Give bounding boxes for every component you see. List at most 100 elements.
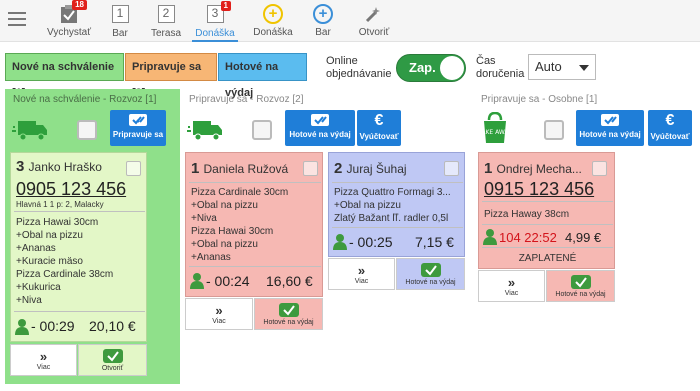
select-all-checkbox[interactable] [77, 120, 97, 140]
phone-link[interactable]: 0915 123 456 [484, 179, 594, 200]
filter-new-tab[interactable]: Nové na schválenie [1] [5, 53, 124, 99]
toolbar-badge: 1 [220, 1, 231, 11]
delivery-time-label: Čas doručenia [476, 55, 525, 80]
chevrons-right-icon: » [507, 275, 516, 290]
order-items: Pizza Hawai 30cm +Obal na pizzu +Ananas … [16, 216, 113, 307]
euro-icon: € [374, 112, 384, 129]
toolbar-bar[interactable]: 1 Bar [106, 4, 134, 39]
order-card[interactable]: 2 Juraj Šuhaj Pizza Quattro Formagi 3...… [328, 152, 465, 257]
toolbar-add-bar[interactable]: + Bar [308, 4, 338, 38]
ready-order-button[interactable]: Hotové na výdaj [254, 298, 323, 330]
divider [14, 211, 145, 212]
order-price: 4,99 € [565, 230, 602, 245]
person-icon [15, 319, 29, 340]
divider [482, 247, 613, 248]
order-card[interactable]: 1 Ondrej Mecha... 0915 123 456 Pizza Haw… [478, 152, 615, 269]
online-ordering-label: Online objednávanie [326, 55, 392, 80]
person-icon [190, 273, 204, 294]
order-checkbox[interactable] [303, 161, 318, 176]
bill-button[interactable]: € Vyúčtovať [357, 110, 401, 146]
toolbar-terasa[interactable]: 2 Terasa [148, 4, 184, 39]
toolbar-otvorit[interactable]: Otvoriť [354, 4, 394, 38]
list-item: Pizza Hawai 30cm [191, 226, 274, 237]
list-item: Pizza Haway 38cm [484, 209, 570, 220]
list-item: Pizza Quattro Formagi 3... [334, 187, 451, 198]
order-items: Pizza Haway 38cm [484, 208, 569, 221]
menu-icon[interactable] [8, 12, 26, 26]
column-title: Nové na schválenie - Rozvoz [1] [13, 94, 157, 105]
select-all-checkbox[interactable] [252, 120, 272, 140]
toolbar-label: Donáška [253, 27, 293, 38]
select-all-checkbox[interactable] [544, 120, 564, 140]
ready-order-button[interactable]: Hotové na výdaj [396, 258, 465, 290]
order-price: 16,60 € [266, 273, 313, 289]
double-check-icon [110, 114, 166, 128]
divider [332, 227, 463, 228]
toolbar-add-donaska[interactable]: + Donáška [252, 4, 294, 38]
filter-preparing-tab[interactable]: Pripravuje sa [3] [125, 53, 217, 99]
toolbar-label: Otvoriť [358, 27, 390, 38]
online-ordering-toggle[interactable]: Zap. [396, 54, 466, 82]
toolbar-badge: 18 [72, 0, 87, 10]
list-item: +Ananas [16, 243, 56, 254]
check-icon [397, 263, 464, 279]
order-price: 7,15 € [415, 234, 454, 250]
ready-order-button[interactable]: Hotové na výdaj [546, 270, 615, 302]
list-item: +Ananas [191, 252, 231, 263]
plus-circle-icon: + [313, 4, 333, 24]
pickup-time: 104 22:52 [499, 230, 557, 245]
divider [332, 182, 463, 183]
toolbar-label: Donáška [195, 28, 235, 39]
toolbar-label: Vychystať [47, 27, 91, 38]
column-title: Pripravuje sa - Rozvoz [2] [189, 94, 304, 105]
order-items: Pizza Cardinale 30cm +Obal na pizzu +Niv… [191, 186, 288, 264]
toolbar-vychystat[interactable]: 18 Vychystať [44, 0, 94, 38]
top-toolbar: 18 Vychystať 1 Bar 2 Terasa 3 1 Donáška … [0, 0, 700, 42]
plus-circle-icon: + [263, 4, 283, 24]
divider [482, 224, 613, 225]
order-number: 1 [484, 160, 493, 177]
list-item: +Obal na pizzu [16, 230, 83, 241]
more-button[interactable]: » Viac [478, 270, 545, 302]
list-item: +Kukurica [16, 282, 61, 293]
order-items: Pizza Quattro Formagi 3... +Obal na pizz… [334, 186, 451, 225]
list-item: +Obal na pizzu [191, 239, 258, 250]
phone-link[interactable]: 0905 123 456 [16, 179, 126, 200]
bill-button[interactable]: € Vyúčtovať [648, 110, 692, 146]
divider [14, 311, 145, 312]
wait-time: - 00:24 [206, 273, 250, 289]
svg-text:TAKE AWAY: TAKE AWAY [482, 129, 508, 136]
mark-preparing-button[interactable]: Pripravuje sa [110, 110, 166, 146]
mark-ready-button[interactable]: Hotové na výdaj [576, 110, 644, 146]
delivery-truck-icon [187, 118, 223, 147]
person-icon [333, 234, 347, 255]
more-button[interactable]: » Viac [328, 258, 395, 290]
mark-ready-button[interactable]: Hotové na výdaj [285, 110, 355, 146]
toolbar-donaska-tab[interactable]: 3 1 Donáška [192, 1, 238, 42]
delivery-time-select[interactable]: Auto [528, 54, 596, 80]
table-number-icon: 2 [157, 5, 175, 23]
list-item: Pizza Cardinale 38cm [16, 269, 114, 280]
open-order-button[interactable]: Otvoriť [78, 344, 147, 376]
select-value: Auto [535, 59, 562, 74]
list-item: Zlatý Bažant ľľ. radler 0,5l [334, 213, 449, 224]
euro-icon: € [665, 112, 675, 129]
check-icon [79, 349, 146, 365]
table-number-icon: 1 [111, 5, 129, 23]
list-item: +Obal na pizzu [191, 200, 258, 211]
filter-ready-tab[interactable]: Hotové na výdaj [218, 53, 307, 99]
toolbar-label: Bar [112, 28, 128, 39]
list-item: Pizza Cardinale 30cm [191, 187, 289, 198]
order-number: 3 [16, 158, 25, 175]
paid-status: ZAPLATENÉ [518, 253, 577, 264]
order-card[interactable]: 1 Daniela Ružová Pizza Cardinale 30cm +O… [185, 152, 323, 297]
more-button[interactable]: » Viac [10, 344, 77, 376]
order-checkbox[interactable] [444, 161, 459, 176]
divider [189, 266, 321, 267]
order-card[interactable]: 3 Janko Hraško 0905 123 456 Hlavná 1 1 p… [10, 152, 147, 342]
customer-name: Daniela Ružová [203, 162, 289, 176]
order-checkbox[interactable] [592, 161, 607, 176]
more-button[interactable]: » Viac [185, 298, 253, 330]
order-checkbox[interactable] [126, 161, 141, 176]
address: Hlavná 1 1 p: 2, Malacky [16, 200, 104, 209]
